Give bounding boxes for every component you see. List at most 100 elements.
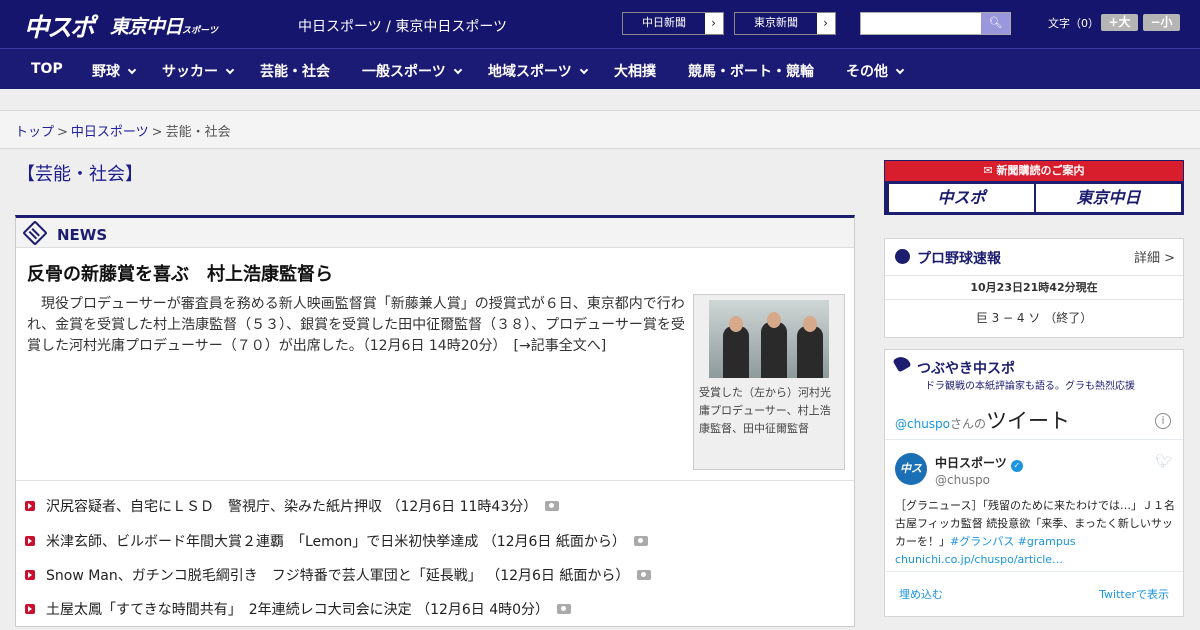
twitter-bird-icon[interactable]: 🐦︎ <box>1155 454 1173 470</box>
twitter-widget-title: つぶやき中スポ <box>917 361 1015 377</box>
site-header: 中スポ 東京中日スポーツ 中日スポーツ / 東京中日スポーツ 中日新聞 › 東京新… <box>0 0 1200 48</box>
breadcrumb-current: 芸能・社会 <box>165 125 231 140</box>
nav-label: 芸能・社会 <box>260 64 330 80</box>
chunichi-shimbun-button[interactable]: 中日新聞 › <box>622 12 724 35</box>
megaphone-icon <box>892 353 912 373</box>
font-smaller-button[interactable]: −小 <box>1143 14 1180 31</box>
tweet-hashtags[interactable]: #グランパス #grampus <box>950 535 1076 548</box>
news-figure: 受賞した（左から）河村光庸プロデューサー、村上浩康監督、田中征爾監督 <box>693 294 845 470</box>
nav-baseball[interactable]: 野球 <box>92 61 137 81</box>
breadcrumb-chunichi[interactable]: 中日スポーツ <box>71 125 149 140</box>
chevron-right-icon: › <box>823 16 828 30</box>
photo-person <box>761 322 787 378</box>
newspaper-icon: ✉︎ <box>983 164 997 177</box>
subscribe-tokyo-button[interactable]: 東京中日 <box>1036 184 1181 212</box>
news-item-text: 土屋太鳳「すてきな時間共有」 2年連続レコ大司会に決定 （12月6日 4時0分） <box>46 602 550 618</box>
nav-label: 地域スポーツ <box>488 64 572 80</box>
search-button[interactable]: 🔍︎ <box>981 13 1010 34</box>
chevron-down-icon <box>127 65 137 75</box>
tweets-label: ツイート <box>986 409 1071 433</box>
embed-link[interactable]: 埋め込む <box>899 586 943 602</box>
search-icon: 🔍︎ <box>988 16 1003 29</box>
bullet-arrow-icon <box>25 501 35 511</box>
nav-entertainment[interactable]: 芸能・社会 <box>260 61 330 81</box>
baseball-title: プロ野球速報 <box>917 251 1001 267</box>
nav-label: 競馬・ボート・競輪 <box>688 64 814 80</box>
news-photo[interactable] <box>709 300 829 378</box>
news-list-item[interactable]: 沢尻容疑者、自宅にＬＳＤ 警視庁、染みた紙片押収 （12月6日 11時43分） <box>25 496 560 516</box>
twitter-widget: つぶやき中スポ ドラ観戦の本紙評論家も語る。グラも熱烈応援 @chuspoさんの… <box>884 349 1184 617</box>
baseball-score[interactable]: 巨 3 − 4 ソ （終了） <box>885 309 1183 326</box>
camera-icon <box>557 604 572 614</box>
subscribe-chuspo-button[interactable]: 中スポ <box>889 184 1034 212</box>
baseball-icon <box>895 249 910 264</box>
chevron-right-icon: › <box>711 16 716 30</box>
nav-label: 大相撲 <box>614 64 656 80</box>
news-body: 現役プロデューサーが審査員を務める新人映画監督賞「新藤兼人賞」の授賞式が６日、東… <box>27 296 685 354</box>
tweets-handle-link[interactable]: @chuspo <box>895 417 950 431</box>
nav-other[interactable]: その他 <box>846 61 905 81</box>
news-list-item[interactable]: Snow Man、ガチンコ脱毛綱引き フジ特番で芸人軍団と「延長戦」 （12月6… <box>25 565 652 585</box>
nav-label: 野球 <box>92 64 120 80</box>
photo-person <box>723 326 749 378</box>
main-nav: TOP 野球 サッカー 芸能・社会 一般スポーツ 地域スポーツ 大相撲 競馬・ボ… <box>0 48 1200 89</box>
subscription-heading: ✉︎ 新聞購読のご案内 <box>885 161 1183 181</box>
breadcrumb: トップ > 中日スポーツ > 芸能・社会 <box>15 121 231 140</box>
camera-icon <box>637 570 652 580</box>
news-list-item[interactable]: 土屋太鳳「すてきな時間共有」 2年連続レコ大司会に決定 （12月6日 4時0分） <box>25 599 572 619</box>
news-card-header: NEWS <box>16 218 854 248</box>
avatar[interactable]: 中ス <box>895 453 927 485</box>
nav-label: サッカー <box>162 64 218 80</box>
news-card: NEWS 反骨の新藤賞を喜ぶ 村上浩康監督ら 現役プロデューサーが審査員を務める… <box>15 215 855 627</box>
photo-head <box>803 316 817 332</box>
bullet-arrow-icon <box>25 536 35 546</box>
font-size-label: 文字（0） <box>1048 17 1099 30</box>
twitter-widget-subtitle: ドラ観戦の本紙評論家も語る。グラも熱烈応援 <box>925 381 1135 392</box>
site-name: 中日スポーツ / 東京中日スポーツ <box>298 19 508 35</box>
info-icon[interactable]: i <box>1155 413 1171 429</box>
divider <box>16 480 854 481</box>
chevron-down-icon <box>579 65 588 75</box>
baseball-timestamp: 10月23日21時42分現在 <box>885 275 1183 300</box>
chevron-down-icon <box>453 65 462 75</box>
nav-soccer[interactable]: サッカー <box>162 61 235 81</box>
page-title: 【芸能・社会】 <box>17 164 143 185</box>
photo-person <box>797 326 823 378</box>
news-headline[interactable]: 反骨の新藤賞を喜ぶ 村上浩康監督ら <box>27 260 333 286</box>
view-on-twitter-link[interactable]: Twitterで表示 <box>1099 586 1169 602</box>
nav-label: 一般スポーツ <box>362 64 446 80</box>
chuspo-logo[interactable]: 中スポ <box>24 8 95 44</box>
bullet-arrow-icon <box>25 604 35 614</box>
tokyo-chunichi-logo[interactable]: 東京中日スポーツ <box>110 12 218 39</box>
nav-racing[interactable]: 競馬・ボート・競輪 <box>688 61 814 81</box>
nav-general-sports[interactable]: 一般スポーツ <box>362 61 462 81</box>
tokyo-shimbun-button[interactable]: 東京新聞 › <box>734 12 836 35</box>
baseball-details-link[interactable]: 詳細 > <box>1134 247 1175 266</box>
tokyo-logo-small: スポーツ <box>182 26 218 36</box>
nav-label: TOP <box>31 61 63 77</box>
news-item-text: Snow Man、ガチンコ脱毛綱引き フジ特番で芸人軍団と「延長戦」 （12月6… <box>46 568 630 584</box>
bullet-arrow-icon <box>25 570 35 580</box>
news-list-item[interactable]: 米津玄師、ビルボード年間大賞２連覇 「Lemon」で日米初快挙達成 （12月6日… <box>25 531 648 551</box>
news-label: NEWS <box>57 226 108 244</box>
tweet-author-label: 中日スポーツ <box>935 456 1007 470</box>
font-larger-button[interactable]: +大 <box>1101 14 1138 31</box>
tweets-san: さんの <box>950 417 987 431</box>
news-icon <box>22 220 48 246</box>
nav-top[interactable]: TOP <box>31 61 63 77</box>
tokyo-shimbun-label: 東京新聞 <box>735 13 817 34</box>
subscription-banner: ✉︎ 新聞購読のご案内 中スポ 東京中日 <box>884 160 1184 215</box>
tweet-link[interactable]: chunichi.co.jp/chuspo/article… <box>895 553 1063 566</box>
nav-local-sports[interactable]: 地域スポーツ <box>488 61 588 81</box>
nav-label: その他 <box>846 64 888 80</box>
chunichi-shimbun-label: 中日新聞 <box>623 13 705 34</box>
nav-sumo[interactable]: 大相撲 <box>614 61 656 81</box>
camera-icon <box>633 536 648 546</box>
tweet-text: ［グラニュース］「残留のために来たわけでは…」Ｊ１名古屋フィッカ監督 続投意欲「… <box>895 497 1175 569</box>
tweet-author-handle[interactable]: @chuspo <box>935 473 990 487</box>
breadcrumb-top[interactable]: トップ <box>15 125 54 140</box>
subscription-label: 新聞購読のご案内 <box>996 164 1085 177</box>
chevron-down-icon <box>225 65 235 75</box>
search-input[interactable]: 🔍︎ <box>860 12 1011 35</box>
tweet-author-name[interactable]: 中日スポーツ ✓ <box>935 454 1023 472</box>
